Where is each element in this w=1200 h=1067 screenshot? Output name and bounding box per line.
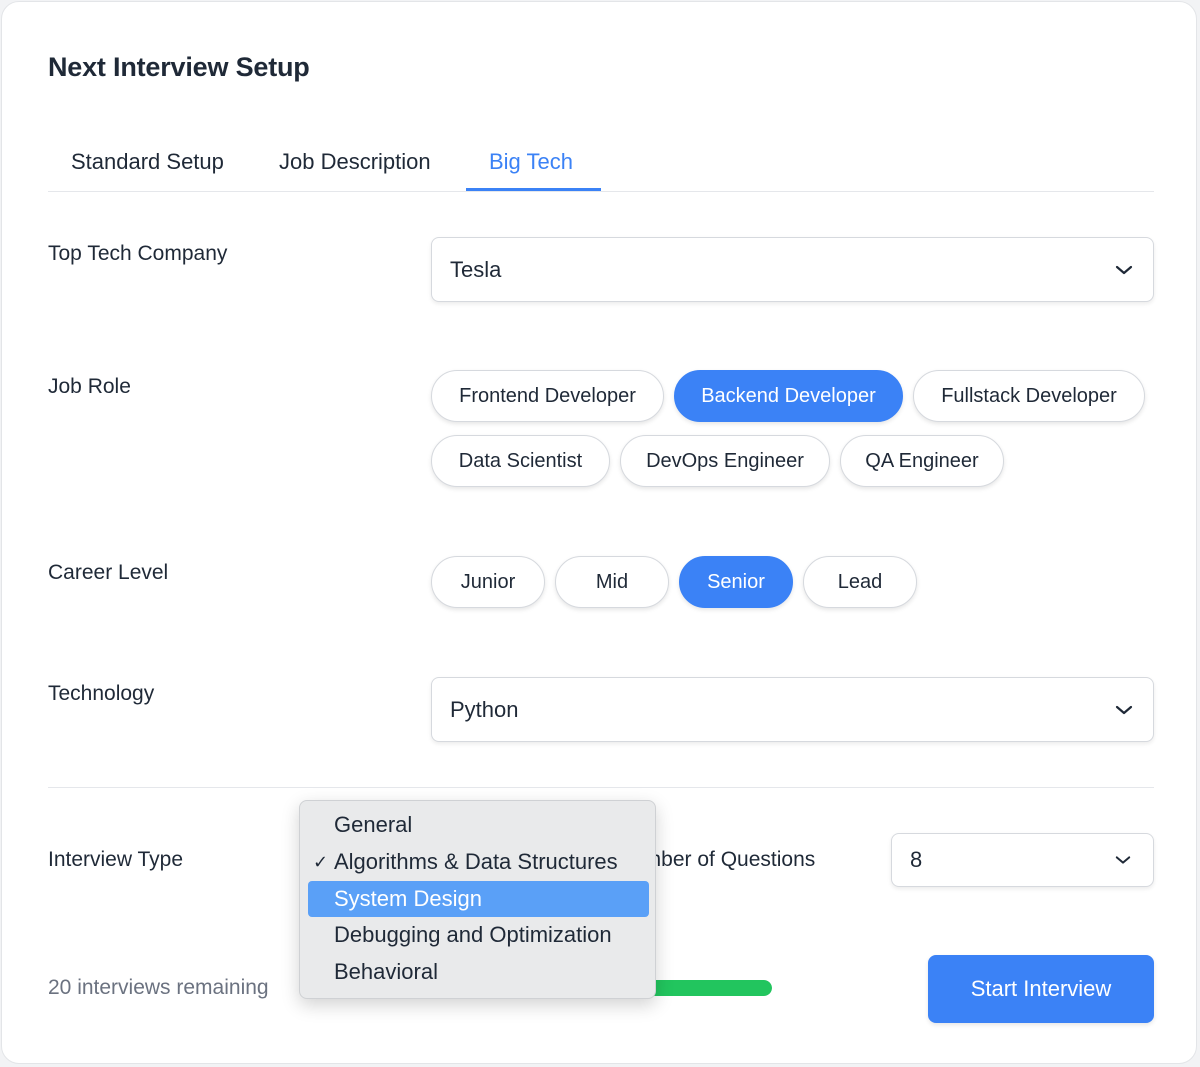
chevron-down-icon [1115,856,1131,864]
option-label: Behavioral [334,959,438,984]
job-role-devops-engineer[interactable]: DevOps Engineer [620,435,830,487]
job-role-qa-engineer[interactable]: QA Engineer [840,435,1004,487]
interview-type-option-system-design[interactable]: System Design [308,881,649,917]
interview-type-option-debugging[interactable]: Debugging and Optimization [308,917,649,953]
company-select[interactable]: Tesla [431,237,1154,302]
interview-type-option-general[interactable]: General [308,807,649,843]
career-level-senior[interactable]: Senior [679,556,793,608]
section-divider [48,787,1154,788]
technology-label: Technology [48,682,155,705]
job-role-backend-developer[interactable]: Backend Developer [674,370,903,422]
career-level-label: Career Level [48,561,169,584]
interview-type-option-algorithms[interactable]: ✓ Algorithms & Data Structures [308,844,649,880]
technology-select[interactable]: Python [431,677,1154,742]
option-label: System Design [334,886,482,911]
questions-value: 8 [910,847,923,872]
questions-select[interactable]: 8 [891,833,1154,887]
career-level-junior[interactable]: Junior [431,556,545,608]
tab-bar: Standard Setup Job Description Big Tech [48,142,1154,192]
interview-type-option-behavioral[interactable]: Behavioral [308,954,649,990]
tab-big-tech[interactable]: Big Tech [466,142,601,191]
career-level-lead[interactable]: Lead [803,556,917,608]
page-title: Next Interview Setup [48,52,310,82]
chevron-down-icon [1115,705,1133,714]
interview-type-dropdown-menu: General ✓ Algorithms & Data Structures S… [299,800,656,999]
start-interview-button[interactable]: Start Interview [928,955,1154,1023]
job-role-label: Job Role [48,375,131,398]
option-label: Debugging and Optimization [334,922,612,947]
chevron-down-icon [1115,265,1133,274]
company-value: Tesla [450,256,502,282]
job-role-fullstack-developer[interactable]: Fullstack Developer [913,370,1145,422]
option-label: Algorithms & Data Structures [334,849,618,874]
career-level-mid[interactable]: Mid [555,556,669,608]
questions-label: umber of Questions [632,848,816,871]
tab-job-description[interactable]: Job Description [279,142,431,191]
checkmark-icon: ✓ [313,852,329,872]
technology-value: Python [450,696,519,722]
job-role-frontend-developer[interactable]: Frontend Developer [431,370,664,422]
tab-standard-setup[interactable]: Standard Setup [71,142,224,191]
interview-setup-card: Next Interview Setup Standard Setup Job … [1,1,1197,1064]
interview-type-label: Interview Type [48,848,184,871]
option-label: General [334,812,413,837]
interviews-remaining-text: 20 interviews remaining [48,976,269,999]
company-label: Top Tech Company [48,242,228,265]
job-role-data-scientist[interactable]: Data Scientist [431,435,610,487]
